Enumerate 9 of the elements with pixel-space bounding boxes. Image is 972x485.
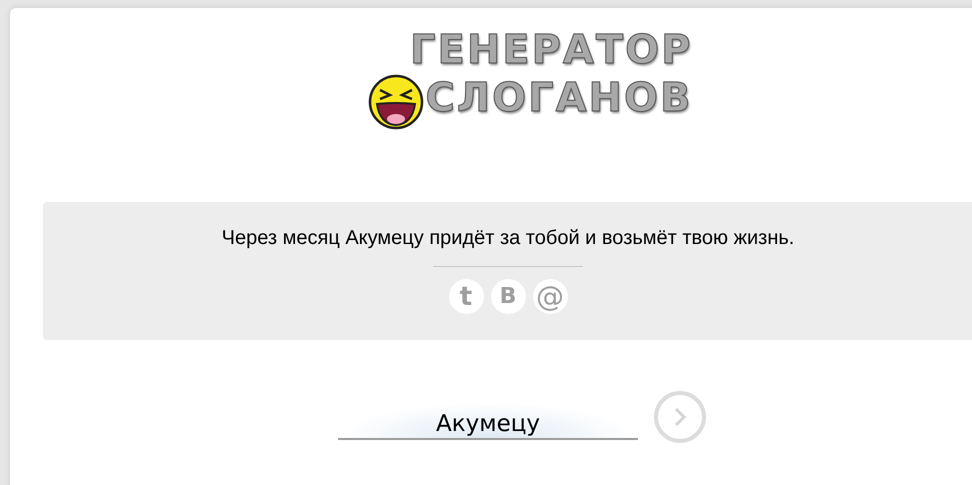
logo-subtitle: СЛОГАНОВ — [426, 78, 692, 118]
chevron-right-icon — [672, 407, 688, 427]
twitter-share-button[interactable]: t — [448, 279, 484, 314]
laughing-face-icon — [368, 74, 424, 130]
logo-title: ГЕНЕРАТОР — [410, 30, 692, 70]
vk-share-button[interactable]: В — [490, 279, 526, 314]
slogan-text: Через месяц Акумецу придёт за тобой и возьмёт твою жизнь. — [222, 226, 794, 251]
next-button[interactable] — [654, 391, 706, 443]
mail-share-button[interactable]: @ — [532, 279, 568, 314]
